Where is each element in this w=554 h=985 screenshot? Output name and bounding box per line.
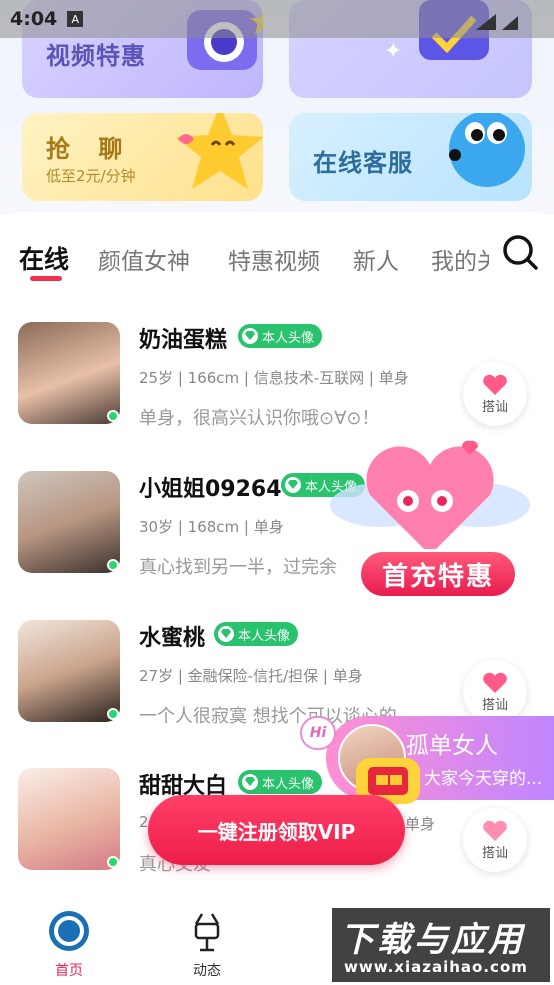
greet-button[interactable]: 搭讪 [463,660,527,724]
moments-icon [194,913,220,952]
user-name: 水蜜桃 [139,626,206,651]
watermark-title: 下载与应用 [340,920,525,960]
customer-service-title: 在线客服 [313,149,413,177]
diamond-icon [285,477,301,493]
tab-discount-video[interactable]: 特惠视频 [228,242,320,276]
banner-title: 孤单女人 [406,733,498,759]
heart-icon [483,672,507,693]
verified-badge: 本人头像 [238,324,323,348]
hi-bubble: Hi [300,716,336,750]
tab-new[interactable]: 新人 [353,242,399,276]
bubble-mascot-icon [449,113,525,187]
first-charge-label: 首充特惠 [358,549,518,599]
user-name: 小姐姐09264 [139,477,282,502]
banner-subtitle: 大家今天穿的... [424,769,543,789]
verified-badge-label: 本人头像 [262,330,315,346]
tab-online[interactable]: 在线 [19,240,69,276]
grab-chat-subtitle: 低至2元/分钟 [46,167,136,185]
online-indicator [107,708,119,720]
avatar[interactable] [18,471,120,573]
greet-label: 搭讪 [481,399,508,415]
grab-chat-title: 抢 聊 [46,135,133,163]
avatar[interactable] [18,768,120,870]
watermark: 下载与应用 www.xiazaihao.com [332,908,550,982]
verified-badge-label: 本人头像 [262,776,315,792]
nav-home-label: 首页 [55,963,83,979]
online-indicator [107,856,119,868]
signal-icon [476,14,518,30]
user-info-tail: 单身 [405,815,436,833]
nav-moments-label: 动态 [193,963,221,979]
heart-icon [483,820,507,841]
customer-service-card[interactable]: 在线客服 [289,113,532,201]
heart-icon [483,374,507,395]
diamond-icon [242,774,258,790]
user-info: 25岁 | 166cm | 信息技术-互联网 | 单身 [139,369,409,387]
user-name: 奶油蛋糕 [139,328,228,353]
tab-following[interactable]: 我的关 [431,242,489,276]
user-bio: 真心找到另一半，过完余 [139,557,337,578]
grab-chat-card[interactable]: 抢 聊 低至2元/分钟 [22,113,263,201]
home-icon [49,911,89,951]
nav-moments[interactable]: 动态 [167,908,247,980]
diamond-icon [242,328,258,344]
notification-icon: A [67,11,84,27]
verified-badge-label: 本人头像 [238,628,291,644]
video-discount-title: 视频特惠 [46,42,146,70]
online-indicator [107,559,119,571]
status-time: 4:04 [10,8,58,30]
nav-home[interactable]: 首页 [29,908,109,980]
online-indicator [107,410,119,422]
avatar[interactable] [18,322,120,424]
search-icon[interactable] [500,232,540,272]
svg-text:✦: ✦ [384,39,402,64]
greet-button[interactable]: 搭讪 [463,362,527,426]
greet-label: 搭讪 [481,697,508,713]
greet-button[interactable]: 搭讪 [463,808,527,872]
watermark-url: www.xiazaihao.com [344,958,528,976]
first-charge-promo[interactable]: 首充特惠 [320,425,535,605]
tab-indicator [30,276,62,281]
user-info: 30岁 | 168cm | 单身 [139,518,284,536]
avatar[interactable] [18,620,120,722]
register-vip-button[interactable]: 一键注册领取VIP [148,795,405,865]
verified-badge: 本人头像 [238,770,323,794]
tab-beauty[interactable]: 颜值女神 [98,242,190,276]
verified-badge: 本人头像 [214,622,299,646]
star-icon [176,113,263,189]
greet-label: 搭讪 [481,845,508,861]
diamond-icon [218,626,234,642]
status-bar: 4:04 A [0,0,554,38]
user-info: 27岁 | 金融保险-信托/担保 | 单身 [139,667,363,685]
heart-mascot-icon [330,440,530,555]
